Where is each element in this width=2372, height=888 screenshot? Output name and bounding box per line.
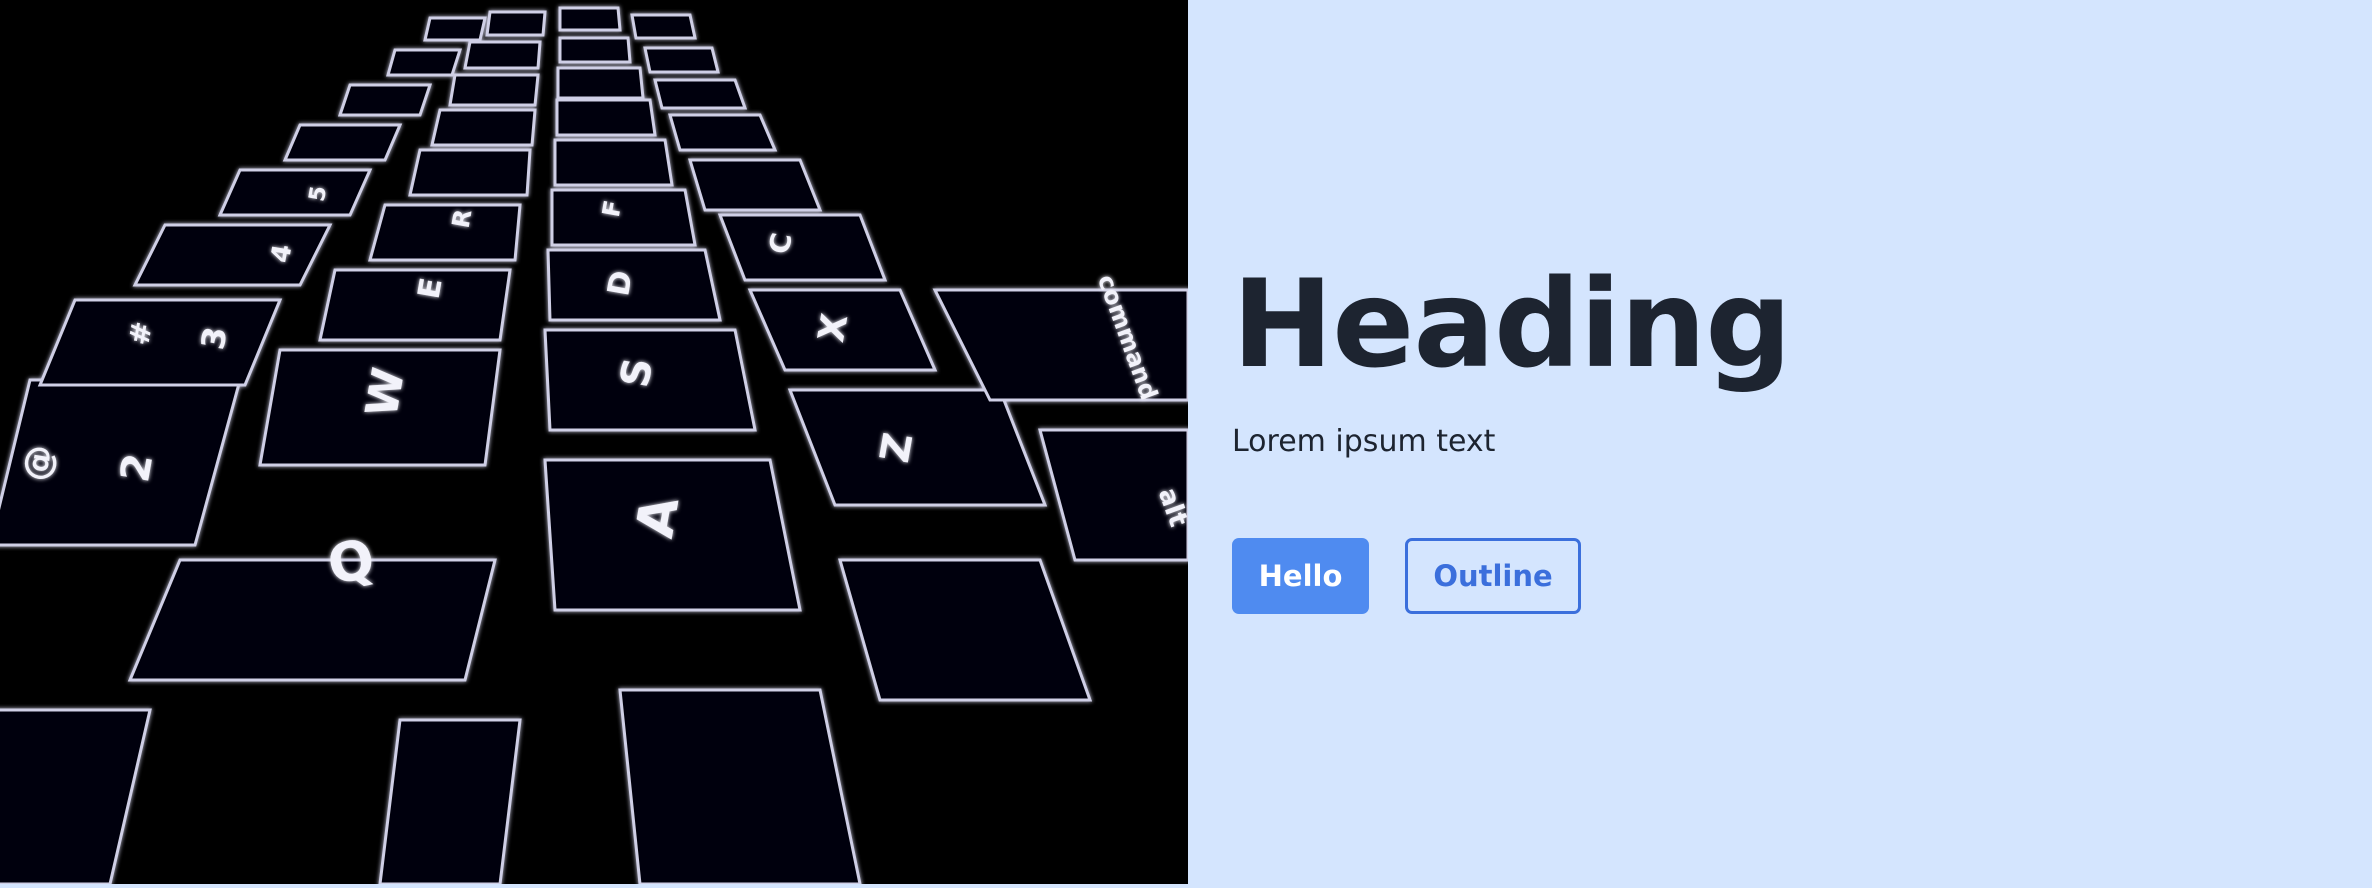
svg-text:@: @: [15, 442, 62, 485]
outline-button[interactable]: Outline: [1405, 538, 1581, 614]
svg-text:W: W: [356, 364, 415, 421]
page: Q A W S Z X E D C R F 2 @ 3 # 4 5 comman…: [0, 0, 2372, 888]
body-text: Lorem ipsum text: [1232, 424, 1496, 459]
hello-button[interactable]: Hello: [1232, 538, 1369, 614]
page-heading: Heading: [1232, 254, 1792, 395]
keyboard-photo: Q A W S Z X E D C R F 2 @ 3 # 4 5 comman…: [0, 0, 1188, 884]
button-group: Hello Outline: [1232, 538, 2132, 614]
content-panel: Heading Lorem ipsum text Hello Outline: [1232, 250, 2132, 614]
